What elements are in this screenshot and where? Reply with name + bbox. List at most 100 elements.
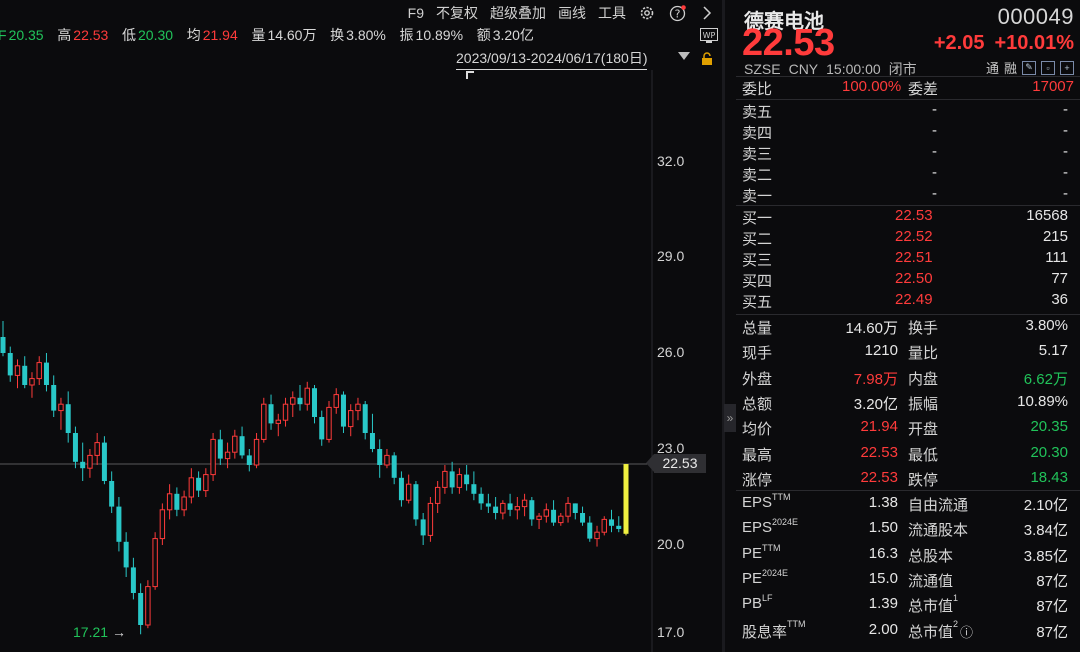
chart-panel[interactable]: F9 不复权 超级叠加 画线 工具 ? F 20.35 高 22.53 低 20.30… bbox=[0, 0, 722, 652]
bid-volume: 111 bbox=[1045, 249, 1068, 266]
info-icon[interactable]: ⓘ bbox=[960, 625, 973, 640]
candle-body bbox=[275, 419, 281, 424]
ask-label: 卖三 bbox=[742, 146, 773, 163]
fundamental-name: 总市值 bbox=[908, 623, 954, 641]
candle-body bbox=[536, 515, 542, 520]
edit-icon[interactable]: ✎ bbox=[1022, 60, 1036, 75]
bid-row: 买四 22.50 77 bbox=[742, 270, 1074, 290]
ask-label: 卖四 bbox=[742, 125, 773, 142]
bid-volume: 16568 bbox=[1026, 207, 1068, 224]
svg-text:?: ? bbox=[674, 7, 680, 20]
order-diff-value: 17007 bbox=[1032, 78, 1074, 95]
current-price-tag: 22.53 bbox=[646, 454, 706, 473]
stat-value: 21.94 bbox=[860, 418, 898, 436]
stat-value: 7.98万 bbox=[853, 370, 898, 388]
stat-label: 跌停 bbox=[908, 471, 939, 489]
bid-volume: 77 bbox=[1051, 270, 1068, 287]
candle-body bbox=[340, 394, 346, 427]
stat-value: 20.35 bbox=[1030, 418, 1068, 436]
chevron-right-icon[interactable] bbox=[698, 4, 716, 22]
f9-button[interactable]: F9 bbox=[408, 5, 424, 21]
fundamental-row: EPSTTM 1.38 自由流通 2.10亿 bbox=[742, 492, 1074, 515]
open-value: 20.35 bbox=[8, 27, 44, 43]
candle-body bbox=[565, 502, 571, 517]
fundamental-label: PE2024E bbox=[742, 568, 788, 587]
panel-divider[interactable] bbox=[722, 0, 725, 652]
adjust-mode-button[interactable]: 不复权 bbox=[436, 3, 478, 23]
candle-body bbox=[116, 506, 122, 542]
candle-body bbox=[181, 496, 187, 511]
fundamental-row: PETTM 16.3 总股本 3.85亿 bbox=[742, 543, 1074, 565]
market-status: 闭市 bbox=[888, 61, 917, 77]
fundamental-name: 流通值 bbox=[908, 572, 954, 590]
bid-price: 22.51 bbox=[895, 249, 933, 266]
candle-body bbox=[210, 438, 216, 476]
fundamental-label: PETTM bbox=[742, 543, 781, 562]
fundamental-tag: TTM bbox=[787, 618, 806, 629]
candle-body bbox=[80, 461, 86, 469]
candle-body bbox=[312, 388, 317, 417]
overlay-button[interactable]: 超级叠加 bbox=[490, 3, 546, 23]
bid-row: 买一 22.53 16568 bbox=[742, 207, 1074, 227]
fundamental-value: 1.39 bbox=[868, 595, 898, 613]
fundamental-value: 1.50 bbox=[868, 519, 898, 537]
tools-button[interactable]: 工具 bbox=[598, 3, 626, 23]
candle-body bbox=[427, 502, 434, 536]
price-change: +2.05 +10.01% bbox=[924, 32, 1074, 55]
add-icon[interactable]: + bbox=[1060, 60, 1074, 75]
fundamental-value: 1.38 bbox=[868, 494, 898, 511]
fundamental-label: 股息率TTM bbox=[742, 618, 806, 642]
help-icon[interactable]: ? bbox=[668, 4, 686, 22]
range-dropdown-icon[interactable] bbox=[678, 52, 690, 60]
fundamental-tag: 1 bbox=[953, 593, 959, 604]
candle-body bbox=[217, 439, 223, 459]
lock-icon[interactable] bbox=[700, 52, 714, 71]
amplitude-value: 10.89% bbox=[415, 27, 464, 43]
candle-body bbox=[420, 519, 426, 536]
candle-body bbox=[326, 406, 332, 440]
bid-label: 买四 bbox=[742, 273, 773, 290]
candle-body bbox=[7, 353, 13, 376]
ask-row: 卖五 - - bbox=[742, 101, 1074, 121]
candle-body bbox=[456, 474, 463, 488]
chart-toolbar: F9 不复权 超级叠加 画线 工具 ? bbox=[408, 3, 716, 23]
bid-label: 买五 bbox=[742, 294, 773, 311]
stat-label: 振幅 bbox=[908, 395, 939, 413]
stat-label: 涨停 bbox=[742, 471, 773, 489]
candle-body bbox=[72, 433, 78, 462]
collapse-panel-button[interactable]: » bbox=[724, 404, 736, 432]
candle-body bbox=[485, 503, 491, 507]
bid-label: 买二 bbox=[742, 231, 773, 248]
candle-body bbox=[109, 481, 115, 507]
order-diff-label: 委差 bbox=[908, 81, 939, 98]
fundamental-label: 自由流通 bbox=[908, 494, 968, 515]
bid-price: 22.53 bbox=[895, 207, 933, 224]
stats-row: 外盘 7.98万 内盘 6.62万 bbox=[742, 368, 1074, 388]
fundamental-name: EPS bbox=[742, 519, 773, 537]
ask-price: - bbox=[932, 143, 937, 160]
fundamental-tag: TTM bbox=[772, 492, 791, 502]
turnover-label: 换 bbox=[330, 27, 345, 43]
stat-value: 22.53 bbox=[860, 468, 898, 486]
low-value: 20.30 bbox=[138, 27, 174, 43]
amount-label: 额 bbox=[476, 27, 491, 43]
candle-body bbox=[22, 365, 28, 385]
period-low-arrow-icon: → bbox=[112, 624, 126, 640]
candle-body bbox=[413, 484, 419, 520]
candle-body bbox=[268, 404, 274, 424]
candlestick-chart[interactable] bbox=[0, 70, 722, 652]
quote-panel: 德赛电池 000049 22.53 +2.05 +10.01% SZSE CNY 15… bbox=[736, 0, 1080, 652]
window-icon[interactable]: ▫ bbox=[1041, 60, 1055, 75]
bid-row: 买三 22.51 111 bbox=[742, 249, 1074, 269]
candle-body bbox=[94, 442, 100, 456]
draw-button[interactable]: 画线 bbox=[558, 3, 586, 23]
candle-body bbox=[543, 509, 550, 517]
separator bbox=[736, 99, 1080, 100]
ask-label: 卖一 bbox=[742, 188, 773, 205]
order-ratio-label: 委比 bbox=[742, 81, 773, 98]
wp-icon[interactable]: WP bbox=[700, 28, 718, 49]
gear-icon[interactable] bbox=[638, 4, 656, 22]
ask-label: 卖二 bbox=[742, 167, 773, 184]
fundamental-name: 总市值 bbox=[908, 598, 954, 616]
date-range[interactable]: 2023/09/13-2024/06/17(180日) bbox=[456, 48, 648, 70]
